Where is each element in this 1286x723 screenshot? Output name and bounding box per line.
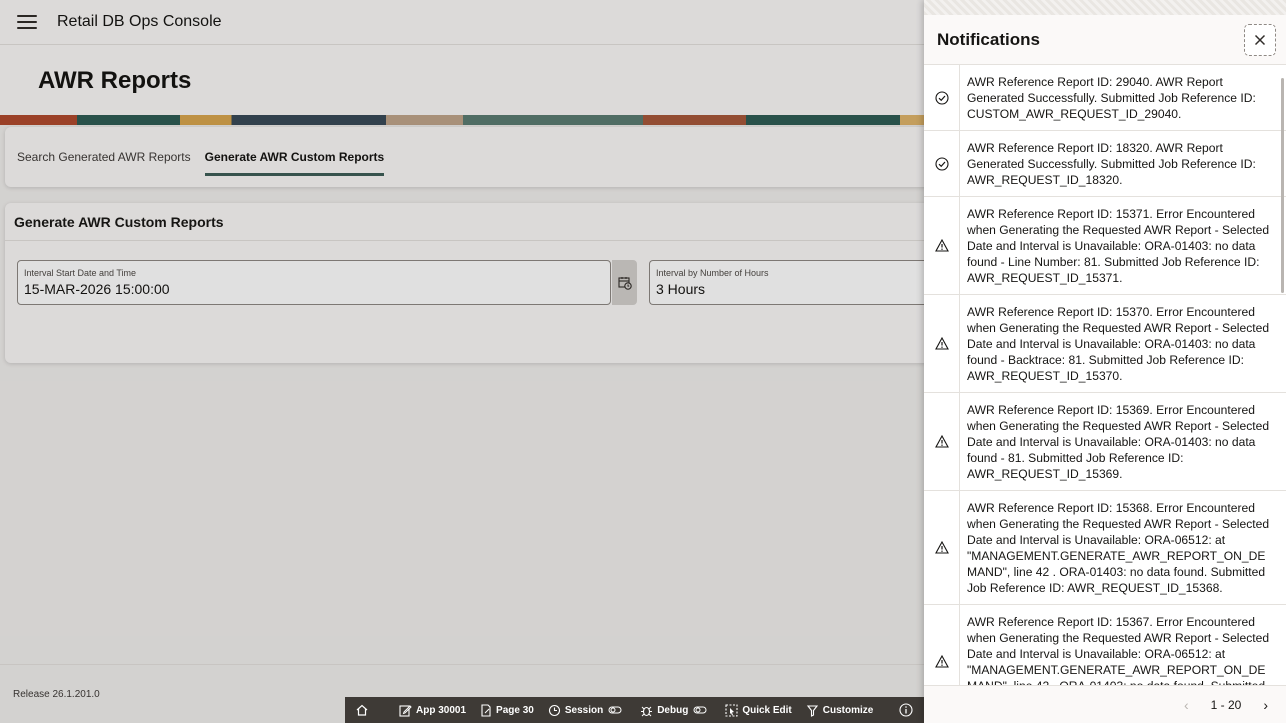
- pagination: ‹ 1 - 20 ›: [924, 685, 1286, 723]
- warning-icon: [934, 239, 949, 252]
- session-button-label: Session: [564, 704, 604, 716]
- notification-item[interactable]: AWR Reference Report ID: 15368. Error En…: [924, 491, 1286, 605]
- modal-overlay[interactable]: [0, 0, 924, 723]
- list-scrollbar[interactable]: [1281, 78, 1284, 293]
- drawer-header: Notifications: [924, 15, 1286, 65]
- notification-text: AWR Reference Report ID: 15371. Error En…: [967, 207, 1270, 285]
- warning-icon: [934, 655, 949, 668]
- session-button[interactable]: Session: [548, 704, 626, 717]
- previous-page-button[interactable]: ‹: [1184, 697, 1189, 713]
- notifications-list[interactable]: AWR Reference Report ID: 29040. AWR Repo…: [924, 65, 1286, 685]
- session-icon: [548, 704, 560, 716]
- pagination-range: 1 - 20: [1210, 697, 1242, 712]
- notification-item[interactable]: AWR Reference Report ID: 15370. Error En…: [924, 295, 1286, 393]
- home-icon: [356, 704, 368, 716]
- page-edit-icon: [481, 703, 491, 717]
- notification-text: AWR Reference Report ID: 18320. AWR Repo…: [967, 141, 1256, 187]
- info-icon: [899, 703, 913, 717]
- customize-button[interactable]: Customize: [806, 704, 874, 717]
- drawer-decorative-strip: [924, 0, 1286, 15]
- notifications-drawer: Notifications AWR Reference Report ID: 2…: [924, 0, 1286, 723]
- customize-icon: [806, 704, 818, 717]
- notification-text: AWR Reference Report ID: 15367. Error En…: [967, 615, 1270, 685]
- bug-icon: [641, 706, 653, 716]
- notification-item[interactable]: AWR Reference Report ID: 15371. Error En…: [924, 197, 1286, 295]
- debug-toggle-icon[interactable]: [693, 705, 707, 715]
- debug-button[interactable]: Debug: [640, 704, 711, 717]
- app-button-label: App 30001: [416, 704, 467, 716]
- warning-icon: [934, 337, 949, 350]
- home-button[interactable]: [355, 703, 373, 717]
- edit-icon: [399, 704, 412, 717]
- app-button[interactable]: App 30001: [399, 704, 466, 717]
- notification-text: AWR Reference Report ID: 29040. AWR Repo…: [967, 75, 1256, 121]
- notification-text: AWR Reference Report ID: 15368. Error En…: [967, 501, 1270, 595]
- notification-item[interactable]: AWR Reference Report ID: 18320. AWR Repo…: [924, 131, 1286, 197]
- check-circle-icon: [934, 90, 949, 105]
- notification-text: AWR Reference Report ID: 15369. Error En…: [967, 403, 1270, 481]
- close-icon: [1254, 34, 1266, 45]
- info-button[interactable]: [899, 703, 917, 717]
- page-button-label: Page 30: [496, 704, 534, 716]
- close-button[interactable]: [1244, 23, 1276, 56]
- quick-edit-icon: [725, 703, 738, 717]
- session-toggle-icon[interactable]: [608, 705, 622, 715]
- notification-item[interactable]: AWR Reference Report ID: 15369. Error En…: [924, 393, 1286, 491]
- next-page-button[interactable]: ›: [1263, 697, 1268, 713]
- warning-icon: [934, 541, 949, 554]
- notification-item[interactable]: AWR Reference Report ID: 15367. Error En…: [924, 605, 1286, 685]
- notification-item[interactable]: AWR Reference Report ID: 29040. AWR Repo…: [924, 65, 1286, 131]
- developer-toolbar: App 30001 Page 30 Session Debug Quick Ed…: [345, 697, 945, 723]
- quick-edit-label: Quick Edit: [742, 704, 792, 716]
- customize-label: Customize: [822, 704, 874, 716]
- check-circle-icon: [934, 156, 949, 171]
- notifications-title: Notifications: [937, 29, 1040, 49]
- warning-icon: [934, 435, 949, 448]
- page-button[interactable]: Page 30: [480, 703, 534, 717]
- notification-text: AWR Reference Report ID: 15370. Error En…: [967, 305, 1270, 383]
- debug-button-label: Debug: [657, 704, 689, 716]
- quick-edit-button[interactable]: Quick Edit: [725, 703, 792, 717]
